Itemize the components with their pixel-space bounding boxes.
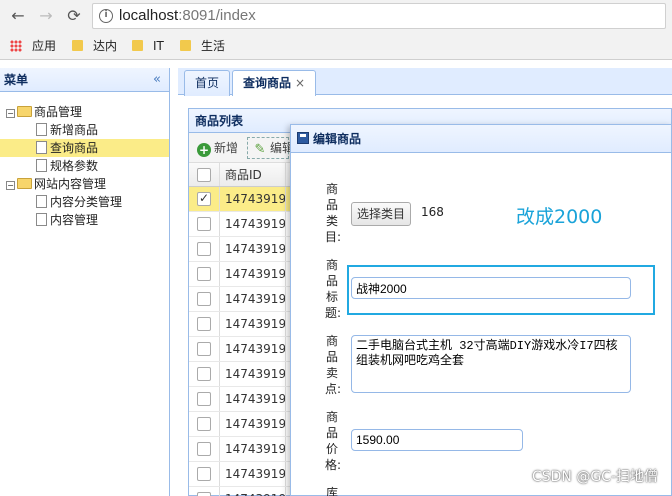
row-checkbox[interactable] bbox=[197, 242, 211, 256]
folder-icon bbox=[132, 40, 143, 51]
folder-icon bbox=[72, 40, 83, 51]
plus-icon: + bbox=[197, 143, 211, 157]
tree-node-query-product[interactable]: 查询商品 bbox=[0, 139, 169, 157]
row-checkbox[interactable] bbox=[197, 342, 211, 356]
tree-toggle-icon[interactable]: − bbox=[6, 109, 15, 118]
cell-product-id: 14743919 bbox=[225, 367, 287, 381]
address-bar[interactable]: i localhost:8091/index bbox=[92, 3, 666, 29]
category-value: 168 bbox=[421, 205, 444, 219]
sell-point-label: 商品卖点: bbox=[325, 334, 342, 396]
watermark: CSDN @GC-扫地僧 bbox=[531, 469, 658, 485]
price-input[interactable] bbox=[351, 429, 523, 451]
row-checkbox[interactable] bbox=[197, 392, 211, 406]
cell-product-id: 14743919 bbox=[225, 467, 287, 481]
row-checkbox[interactable] bbox=[197, 217, 211, 231]
menu-panel: 菜单 « − 商品管理 新增商品 查询商品 规格参数 − 网站内容管理 内容分类管理… bbox=[0, 68, 170, 496]
forward-arrow-icon[interactable]: → bbox=[36, 6, 56, 26]
add-button[interactable]: + 新增 bbox=[193, 137, 242, 159]
cell-product-id: 14743919 bbox=[225, 487, 286, 496]
row-checkbox[interactable] bbox=[197, 292, 211, 306]
category-label: 商品类目: bbox=[325, 182, 342, 244]
file-icon bbox=[36, 123, 47, 136]
column-header-id[interactable]: 商品ID bbox=[225, 163, 262, 187]
tabs-bar: 首页 查询商品 × bbox=[178, 68, 672, 96]
info-icon[interactable]: i bbox=[99, 9, 113, 23]
price-label: 商品价格: bbox=[325, 410, 342, 472]
pencil-icon: ✎ bbox=[254, 142, 266, 157]
cell-product-id: 14743919 bbox=[225, 192, 287, 206]
bookmark-life[interactable]: 生活 bbox=[180, 38, 225, 54]
annotation-note: 改成2000 bbox=[516, 206, 603, 228]
back-arrow-icon[interactable]: ← bbox=[8, 6, 28, 26]
dialog-title-bar: 编辑商品 bbox=[291, 125, 671, 153]
bookmark-apps[interactable]: 应用 bbox=[10, 38, 56, 54]
folder-open-icon bbox=[17, 178, 32, 189]
file-icon bbox=[36, 159, 47, 172]
tree-node-site-content[interactable]: − 网站内容管理 bbox=[0, 175, 169, 193]
cell-product-id: 14743919 bbox=[225, 242, 287, 256]
close-icon[interactable]: × bbox=[295, 76, 305, 90]
bookmark-danei[interactable]: 达内 bbox=[72, 38, 117, 54]
row-checkbox[interactable] bbox=[197, 317, 211, 331]
tree-node-product-management[interactable]: − 商品管理 bbox=[0, 103, 169, 121]
file-icon bbox=[36, 213, 47, 226]
tab-home[interactable]: 首页 bbox=[184, 70, 231, 96]
folder-icon bbox=[180, 40, 191, 51]
title-input[interactable] bbox=[351, 277, 631, 299]
bookmark-it[interactable]: IT bbox=[132, 38, 164, 54]
cell-product-id: 14743919 bbox=[225, 217, 287, 231]
select-all-checkbox[interactable] bbox=[197, 168, 211, 182]
edit-product-dialog: 编辑商品 商品类目: 选择类目 168 改成2000 商品标题: 商品卖点: 二… bbox=[290, 124, 672, 496]
save-icon bbox=[297, 132, 309, 144]
menu-title: 菜单 bbox=[4, 73, 29, 87]
tree-node-content-category[interactable]: 内容分类管理 bbox=[0, 193, 169, 211]
tree-node-add-product[interactable]: 新增商品 bbox=[0, 121, 169, 139]
row-checkbox[interactable] bbox=[197, 191, 211, 206]
sell-point-textarea[interactable]: 二手电脑台式主机 32寸高端DIY游戏水冷I7四核组装机网吧吃鸡全套 bbox=[351, 335, 631, 393]
reload-icon[interactable]: ⟳ bbox=[64, 6, 84, 26]
menu-panel-header: 菜单 « bbox=[0, 68, 169, 92]
row-checkbox[interactable] bbox=[197, 417, 211, 431]
cell-product-id: 14743919 bbox=[225, 392, 287, 406]
cell-product-id: 14743919 bbox=[225, 317, 287, 331]
url-text: localhost:8091/index bbox=[119, 7, 256, 24]
cell-product-id: 14743919 bbox=[225, 417, 287, 431]
cell-product-id: 14743919 bbox=[225, 342, 287, 356]
tree-node-spec-params[interactable]: 规格参数 bbox=[0, 157, 169, 175]
apps-grid-icon bbox=[10, 40, 22, 52]
row-checkbox[interactable] bbox=[197, 492, 211, 496]
row-checkbox[interactable] bbox=[197, 442, 211, 456]
stock-label: 库 bbox=[325, 486, 338, 496]
folder-open-icon bbox=[17, 106, 32, 117]
dialog-title: 编辑商品 bbox=[313, 132, 362, 146]
browser-toolbar: ← → ⟳ i localhost:8091/index bbox=[0, 0, 672, 32]
bookmarks-bar: 应用 达内 IT 生活 bbox=[0, 32, 672, 60]
cell-product-id: 14743919 bbox=[225, 267, 287, 281]
collapse-icon[interactable]: « bbox=[153, 68, 161, 92]
tab-query-product[interactable]: 查询商品 × bbox=[232, 70, 317, 96]
file-icon bbox=[36, 141, 47, 154]
title-label: 商品标题: bbox=[325, 258, 342, 320]
cell-product-id: 14743919 bbox=[225, 442, 287, 456]
row-checkbox[interactable] bbox=[197, 367, 211, 381]
file-icon bbox=[36, 195, 47, 208]
tree-node-content-management[interactable]: 内容管理 bbox=[0, 211, 169, 229]
cell-product-id: 14743919 bbox=[225, 292, 287, 306]
row-checkbox[interactable] bbox=[197, 467, 211, 481]
row-checkbox[interactable] bbox=[197, 267, 211, 281]
choose-category-button[interactable]: 选择类目 bbox=[351, 202, 411, 226]
tree-toggle-icon[interactable]: − bbox=[6, 181, 15, 190]
